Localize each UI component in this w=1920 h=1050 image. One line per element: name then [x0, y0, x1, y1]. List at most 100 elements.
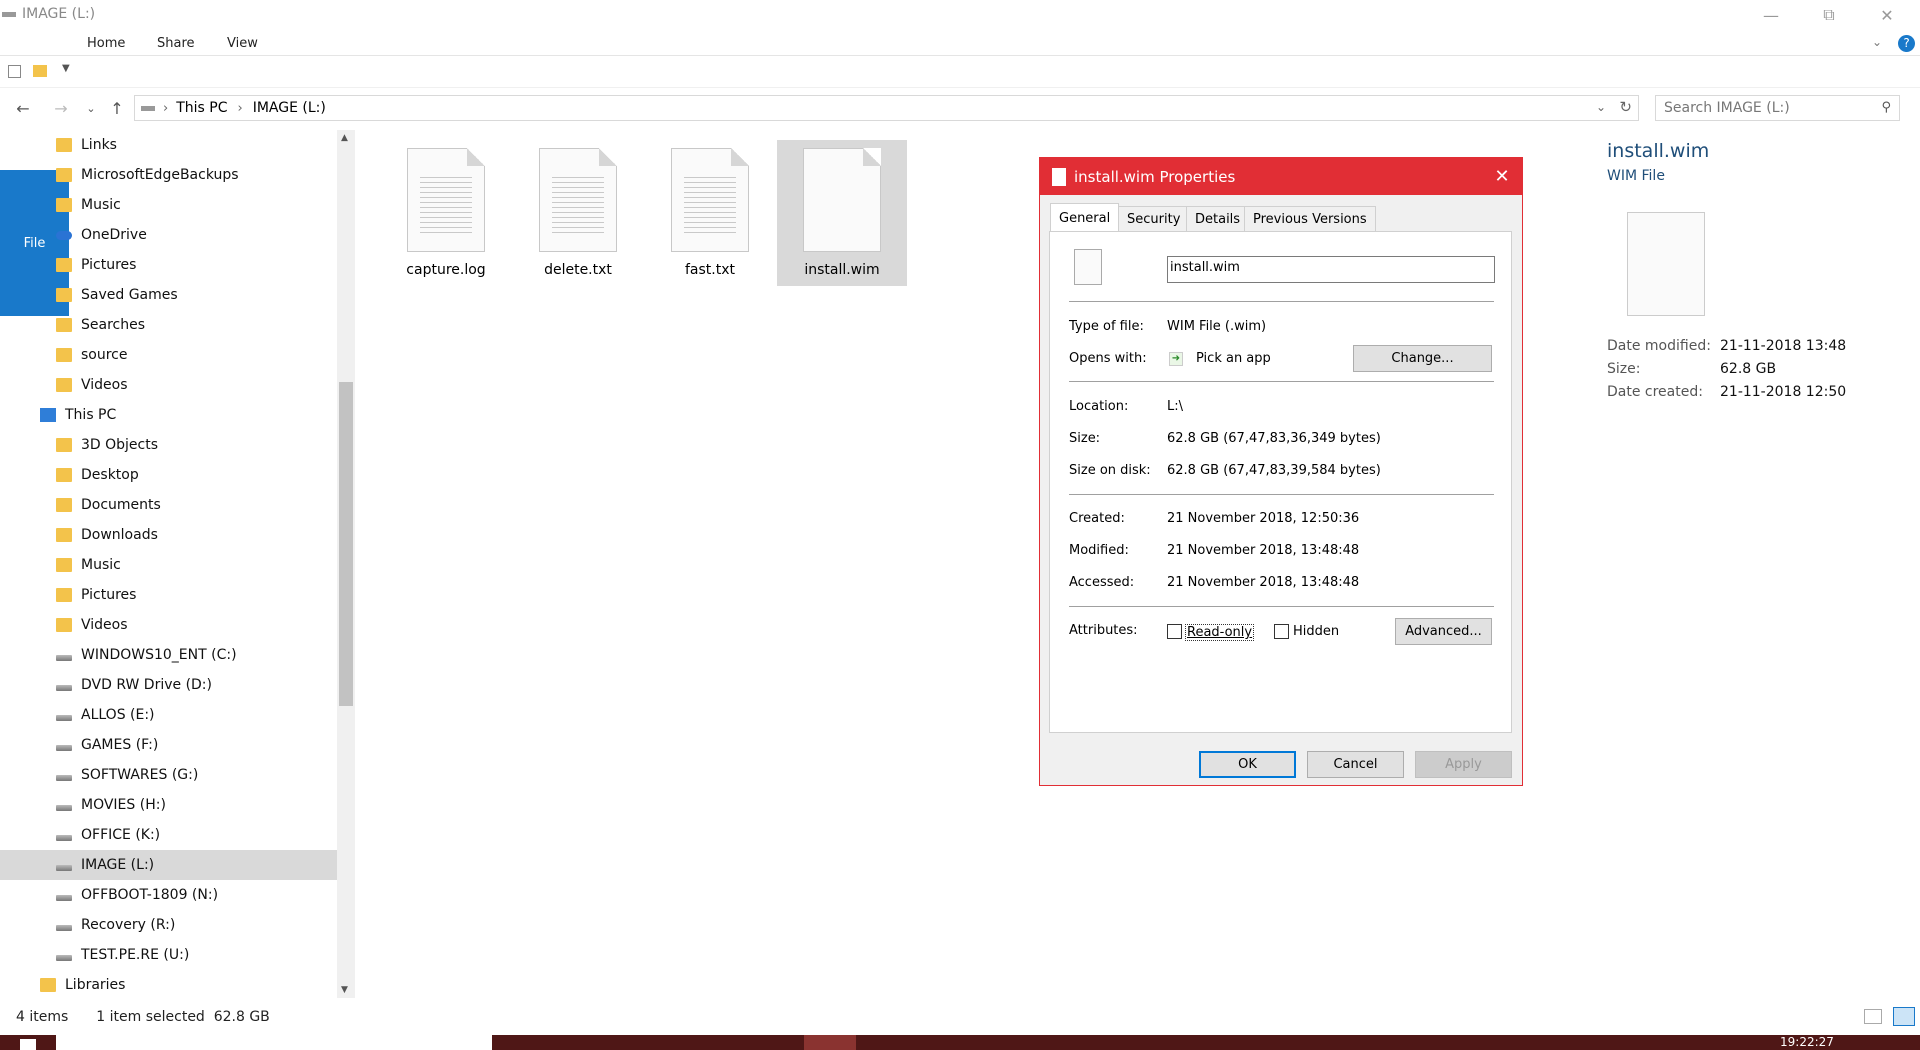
- nav-item[interactable]: Documents: [0, 490, 337, 520]
- nav-item-label: Searches: [81, 317, 146, 333]
- nav-item[interactable]: Videos: [0, 370, 337, 400]
- tab-previous-versions[interactable]: Previous Versions: [1244, 206, 1376, 231]
- properties-icon[interactable]: [8, 65, 21, 78]
- type-label: Type of file:: [1069, 319, 1144, 334]
- file-item-selected[interactable]: install.wim: [777, 140, 907, 286]
- details-view-icon[interactable]: [1864, 1009, 1882, 1024]
- opens-with-value: Pick an app: [1196, 351, 1271, 366]
- start-icon[interactable]: [20, 1039, 36, 1050]
- back-button[interactable]: ←: [12, 97, 34, 119]
- nav-item[interactable]: MicrosoftEdgeBackups: [0, 160, 337, 190]
- readonly-checkbox[interactable]: [1167, 624, 1182, 639]
- nav-item[interactable]: Videos: [0, 610, 337, 640]
- nav-item[interactable]: OFFICE (K:): [0, 820, 337, 850]
- tab-share[interactable]: Share: [140, 30, 212, 56]
- breadcrumb-separator: ›: [237, 100, 243, 116]
- address-bar[interactable]: › This PC › IMAGE (L:) ⌄ ↻: [134, 95, 1639, 121]
- minimize-button[interactable]: —: [1748, 0, 1794, 30]
- nav-item[interactable]: source: [0, 340, 337, 370]
- cancel-button[interactable]: Cancel: [1307, 751, 1404, 778]
- nav-item-label: Pictures: [81, 257, 137, 273]
- blank-document-icon: [1627, 212, 1705, 316]
- tab-general[interactable]: General: [1050, 203, 1120, 232]
- nav-item[interactable]: WINDOWS10_ENT (C:): [0, 640, 337, 670]
- details-value: 21-11-2018 12:50: [1720, 384, 1847, 400]
- nav-item[interactable]: SOFTWARES (G:): [0, 760, 337, 790]
- nav-item[interactable]: Pictures: [0, 250, 337, 280]
- chevron-down-icon[interactable]: ⌄: [1596, 100, 1606, 114]
- file-item[interactable]: capture.log: [381, 140, 511, 286]
- tab-details[interactable]: Details: [1186, 206, 1250, 231]
- file-item[interactable]: fast.txt: [645, 140, 775, 286]
- breadcrumb-this-pc[interactable]: This PC: [176, 100, 227, 116]
- taskbar: 19:22:27: [0, 1035, 1920, 1050]
- readonly-label[interactable]: Read-only: [1185, 624, 1255, 641]
- search-icon[interactable]: ⚲: [1881, 100, 1891, 115]
- search-box[interactable]: Search IMAGE (L:) ⚲: [1655, 95, 1900, 121]
- nav-item[interactable]: Downloads: [0, 520, 337, 550]
- recent-locations-button[interactable]: ⌄: [80, 97, 102, 119]
- new-folder-icon[interactable]: [33, 65, 47, 77]
- filename-field[interactable]: install.wim: [1167, 256, 1495, 283]
- nav-item[interactable]: Recovery (R:): [0, 910, 337, 940]
- advanced-button[interactable]: Advanced...: [1395, 618, 1492, 645]
- close-button[interactable]: ✕: [1864, 0, 1910, 30]
- breadcrumb-current[interactable]: IMAGE (L:): [253, 100, 326, 116]
- nav-item[interactable]: Saved Games: [0, 280, 337, 310]
- blank-document-icon: [803, 148, 881, 252]
- tab-view[interactable]: View: [210, 30, 275, 56]
- ok-button[interactable]: OK: [1199, 751, 1296, 778]
- nav-item[interactable]: MOVIES (H:): [0, 790, 337, 820]
- accessed-label: Accessed:: [1069, 575, 1135, 590]
- scroll-up-arrow[interactable]: ▲: [341, 133, 348, 143]
- blank-document-icon: [1074, 249, 1102, 285]
- folder-icon: [56, 318, 72, 332]
- nav-item-label: IMAGE (L:): [81, 857, 155, 873]
- hidden-checkbox[interactable]: [1274, 624, 1289, 639]
- dialog-title-bar[interactable]: install.wim Properties ✕: [1040, 158, 1522, 195]
- file-item[interactable]: delete.txt: [513, 140, 643, 286]
- nav-scroll-thumb[interactable]: [339, 382, 353, 706]
- tab-security[interactable]: Security: [1118, 206, 1190, 231]
- nav-item[interactable]: IMAGE (L:): [0, 850, 337, 880]
- customize-toolbar-icon[interactable]: ▼: [62, 63, 70, 74]
- drive-icon: [56, 655, 72, 661]
- nav-item[interactable]: OFFBOOT-1809 (N:): [0, 880, 337, 910]
- help-icon[interactable]: ?: [1898, 35, 1915, 52]
- nav-item[interactable]: Searches: [0, 310, 337, 340]
- nav-item[interactable]: 3D Objects: [0, 430, 337, 460]
- file-name: capture.log: [406, 262, 486, 278]
- restore-button[interactable]: ⧉: [1806, 0, 1852, 30]
- file-explorer-taskbar-icon[interactable]: [804, 1035, 856, 1050]
- refresh-icon[interactable]: ↻: [1619, 98, 1632, 116]
- nav-item[interactable]: Links: [0, 130, 337, 160]
- nav-item[interactable]: Desktop: [0, 460, 337, 490]
- search-input[interactable]: Search IMAGE (L:): [1664, 100, 1790, 116]
- nav-item[interactable]: DVD RW Drive (D:): [0, 670, 337, 700]
- forward-button[interactable]: →: [50, 97, 72, 119]
- change-button[interactable]: Change...: [1353, 345, 1492, 372]
- tab-home[interactable]: Home: [70, 30, 142, 56]
- large-icons-view-icon[interactable]: [1893, 1007, 1915, 1026]
- nav-item[interactable]: TEST.PE.RE (U:): [0, 940, 337, 970]
- nav-item[interactable]: ALLOS (E:): [0, 700, 337, 730]
- clock[interactable]: 19:22:27: [1780, 1035, 1834, 1050]
- nav-item[interactable]: Music: [0, 190, 337, 220]
- nav-item[interactable]: Music: [0, 550, 337, 580]
- scroll-down-arrow[interactable]: ▼: [341, 985, 348, 995]
- hidden-label[interactable]: Hidden: [1293, 624, 1339, 639]
- drive-icon: [2, 12, 16, 17]
- search-bar[interactable]: [56, 1035, 492, 1050]
- nav-item[interactable]: Libraries: [0, 970, 337, 998]
- dialog-close-button[interactable]: ✕: [1488, 162, 1516, 190]
- drive-icon: [56, 685, 72, 691]
- details-pane: install.wim WIM File Date modified: 21-1…: [1607, 140, 1917, 440]
- up-button[interactable]: ↑: [106, 97, 128, 119]
- apply-button[interactable]: Apply: [1415, 751, 1512, 778]
- nav-item[interactable]: OneDrive: [0, 220, 337, 250]
- drive-icon: [56, 895, 72, 901]
- nav-item[interactable]: Pictures: [0, 580, 337, 610]
- nav-item[interactable]: This PC: [0, 400, 337, 430]
- nav-item[interactable]: GAMES (F:): [0, 730, 337, 760]
- chevron-down-icon[interactable]: ⌄: [1872, 35, 1882, 49]
